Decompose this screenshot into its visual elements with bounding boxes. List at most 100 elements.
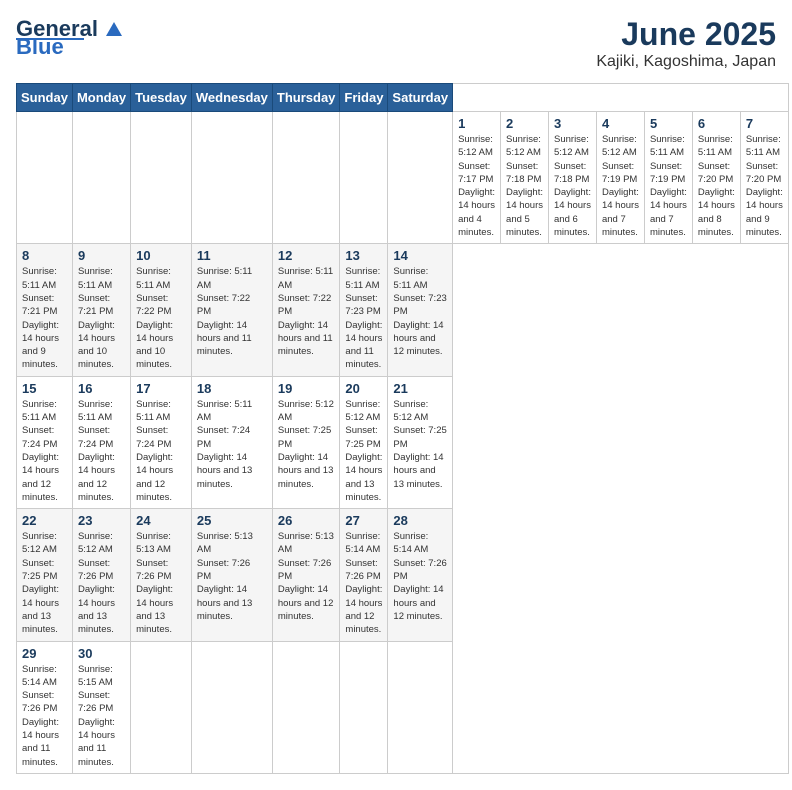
title-block: June 2025 Kajiki, Kagoshima, Japan [596, 16, 776, 71]
day-number: 28 [393, 513, 447, 528]
day-info: Sunrise: 5:11 AM Sunset: 7:23 PM Dayligh… [393, 265, 447, 358]
day-info: Sunrise: 5:12 AM Sunset: 7:17 PM Dayligh… [458, 133, 495, 239]
day-number: 15 [22, 381, 67, 396]
day-number: 16 [78, 381, 125, 396]
table-row: 27 Sunrise: 5:14 AM Sunset: 7:26 PM Dayl… [340, 509, 388, 641]
table-row: 22 Sunrise: 5:12 AM Sunset: 7:25 PM Dayl… [17, 509, 73, 641]
table-row: 29 Sunrise: 5:14 AM Sunset: 7:26 PM Dayl… [17, 641, 73, 773]
day-info: Sunrise: 5:11 AM Sunset: 7:24 PM Dayligh… [136, 398, 186, 504]
table-row: 5 Sunrise: 5:11 AM Sunset: 7:19 PM Dayli… [644, 112, 692, 244]
day-info: Sunrise: 5:11 AM Sunset: 7:24 PM Dayligh… [197, 398, 267, 491]
day-number: 13 [345, 248, 382, 263]
table-row: 13 Sunrise: 5:11 AM Sunset: 7:23 PM Dayl… [340, 244, 388, 376]
table-row [191, 112, 272, 244]
calendar-table: Sunday Monday Tuesday Wednesday Thursday… [16, 83, 789, 774]
table-row: 23 Sunrise: 5:12 AM Sunset: 7:26 PM Dayl… [72, 509, 130, 641]
table-row: 20 Sunrise: 5:12 AM Sunset: 7:25 PM Dayl… [340, 376, 388, 508]
table-row: 16 Sunrise: 5:11 AM Sunset: 7:24 PM Dayl… [72, 376, 130, 508]
table-row: 11 Sunrise: 5:11 AM Sunset: 7:22 PM Dayl… [191, 244, 272, 376]
day-info: Sunrise: 5:12 AM Sunset: 7:26 PM Dayligh… [78, 530, 125, 636]
day-number: 21 [393, 381, 447, 396]
col-thursday: Thursday [272, 84, 340, 112]
calendar-week-5: 29 Sunrise: 5:14 AM Sunset: 7:26 PM Dayl… [17, 641, 789, 773]
table-row: 12 Sunrise: 5:11 AM Sunset: 7:22 PM Dayl… [272, 244, 340, 376]
day-number: 18 [197, 381, 267, 396]
table-row [191, 641, 272, 773]
day-info: Sunrise: 5:13 AM Sunset: 7:26 PM Dayligh… [197, 530, 267, 623]
table-row: 14 Sunrise: 5:11 AM Sunset: 7:23 PM Dayl… [388, 244, 453, 376]
day-info: Sunrise: 5:12 AM Sunset: 7:25 PM Dayligh… [278, 398, 335, 491]
day-number: 26 [278, 513, 335, 528]
logo: General Blue [16, 16, 122, 60]
day-info: Sunrise: 5:12 AM Sunset: 7:25 PM Dayligh… [22, 530, 67, 636]
day-number: 10 [136, 248, 186, 263]
page-header: General Blue June 2025 Kajiki, Kagoshima… [16, 16, 776, 71]
calendar-week-2: 8 Sunrise: 5:11 AM Sunset: 7:21 PM Dayli… [17, 244, 789, 376]
calendar-title: June 2025 [596, 16, 776, 53]
table-row [272, 641, 340, 773]
day-number: 25 [197, 513, 267, 528]
day-number: 29 [22, 646, 67, 661]
table-row [72, 112, 130, 244]
day-number: 20 [345, 381, 382, 396]
day-number: 6 [698, 116, 735, 131]
calendar-subtitle: Kajiki, Kagoshima, Japan [596, 53, 776, 71]
day-number: 3 [554, 116, 591, 131]
day-info: Sunrise: 5:12 AM Sunset: 7:18 PM Dayligh… [506, 133, 543, 239]
day-info: Sunrise: 5:14 AM Sunset: 7:26 PM Dayligh… [22, 663, 67, 769]
table-row [272, 112, 340, 244]
table-row: 28 Sunrise: 5:14 AM Sunset: 7:26 PM Dayl… [388, 509, 453, 641]
table-row: 2 Sunrise: 5:12 AM Sunset: 7:18 PM Dayli… [501, 112, 549, 244]
calendar-week-3: 15 Sunrise: 5:11 AM Sunset: 7:24 PM Dayl… [17, 376, 789, 508]
day-info: Sunrise: 5:11 AM Sunset: 7:21 PM Dayligh… [22, 265, 67, 371]
day-info: Sunrise: 5:14 AM Sunset: 7:26 PM Dayligh… [393, 530, 447, 623]
day-info: Sunrise: 5:11 AM Sunset: 7:22 PM Dayligh… [197, 265, 267, 358]
table-row: 15 Sunrise: 5:11 AM Sunset: 7:24 PM Dayl… [17, 376, 73, 508]
table-row [388, 641, 453, 773]
table-row [388, 112, 453, 244]
day-number: 8 [22, 248, 67, 263]
table-row: 7 Sunrise: 5:11 AM Sunset: 7:20 PM Dayli… [740, 112, 788, 244]
table-row: 24 Sunrise: 5:13 AM Sunset: 7:26 PM Dayl… [131, 509, 192, 641]
calendar-week-4: 22 Sunrise: 5:12 AM Sunset: 7:25 PM Dayl… [17, 509, 789, 641]
day-info: Sunrise: 5:11 AM Sunset: 7:22 PM Dayligh… [278, 265, 335, 358]
col-saturday: Saturday [388, 84, 453, 112]
day-number: 19 [278, 381, 335, 396]
day-info: Sunrise: 5:13 AM Sunset: 7:26 PM Dayligh… [136, 530, 186, 636]
table-row: 26 Sunrise: 5:13 AM Sunset: 7:26 PM Dayl… [272, 509, 340, 641]
table-row: 1 Sunrise: 5:12 AM Sunset: 7:17 PM Dayli… [453, 112, 501, 244]
day-info: Sunrise: 5:11 AM Sunset: 7:21 PM Dayligh… [78, 265, 125, 371]
day-info: Sunrise: 5:12 AM Sunset: 7:25 PM Dayligh… [393, 398, 447, 491]
day-info: Sunrise: 5:15 AM Sunset: 7:26 PM Dayligh… [78, 663, 125, 769]
day-number: 17 [136, 381, 186, 396]
table-row: 9 Sunrise: 5:11 AM Sunset: 7:21 PM Dayli… [72, 244, 130, 376]
day-number: 14 [393, 248, 447, 263]
day-number: 22 [22, 513, 67, 528]
table-row: 3 Sunrise: 5:12 AM Sunset: 7:18 PM Dayli… [549, 112, 597, 244]
day-number: 11 [197, 248, 267, 263]
day-info: Sunrise: 5:14 AM Sunset: 7:26 PM Dayligh… [345, 530, 382, 636]
day-number: 12 [278, 248, 335, 263]
table-row: 21 Sunrise: 5:12 AM Sunset: 7:25 PM Dayl… [388, 376, 453, 508]
day-number: 4 [602, 116, 639, 131]
day-info: Sunrise: 5:12 AM Sunset: 7:25 PM Dayligh… [345, 398, 382, 504]
col-tuesday: Tuesday [131, 84, 192, 112]
day-number: 30 [78, 646, 125, 661]
table-row: 8 Sunrise: 5:11 AM Sunset: 7:21 PM Dayli… [17, 244, 73, 376]
logo-blue: Blue [16, 34, 64, 60]
day-number: 27 [345, 513, 382, 528]
day-number: 9 [78, 248, 125, 263]
table-row: 10 Sunrise: 5:11 AM Sunset: 7:22 PM Dayl… [131, 244, 192, 376]
table-row [131, 641, 192, 773]
day-info: Sunrise: 5:12 AM Sunset: 7:18 PM Dayligh… [554, 133, 591, 239]
day-number: 23 [78, 513, 125, 528]
day-number: 7 [746, 116, 783, 131]
col-sunday: Sunday [17, 84, 73, 112]
day-info: Sunrise: 5:11 AM Sunset: 7:20 PM Dayligh… [746, 133, 783, 239]
table-row [131, 112, 192, 244]
table-row [340, 641, 388, 773]
day-info: Sunrise: 5:12 AM Sunset: 7:19 PM Dayligh… [602, 133, 639, 239]
col-friday: Friday [340, 84, 388, 112]
table-row: 4 Sunrise: 5:12 AM Sunset: 7:19 PM Dayli… [596, 112, 644, 244]
day-info: Sunrise: 5:11 AM Sunset: 7:24 PM Dayligh… [78, 398, 125, 504]
